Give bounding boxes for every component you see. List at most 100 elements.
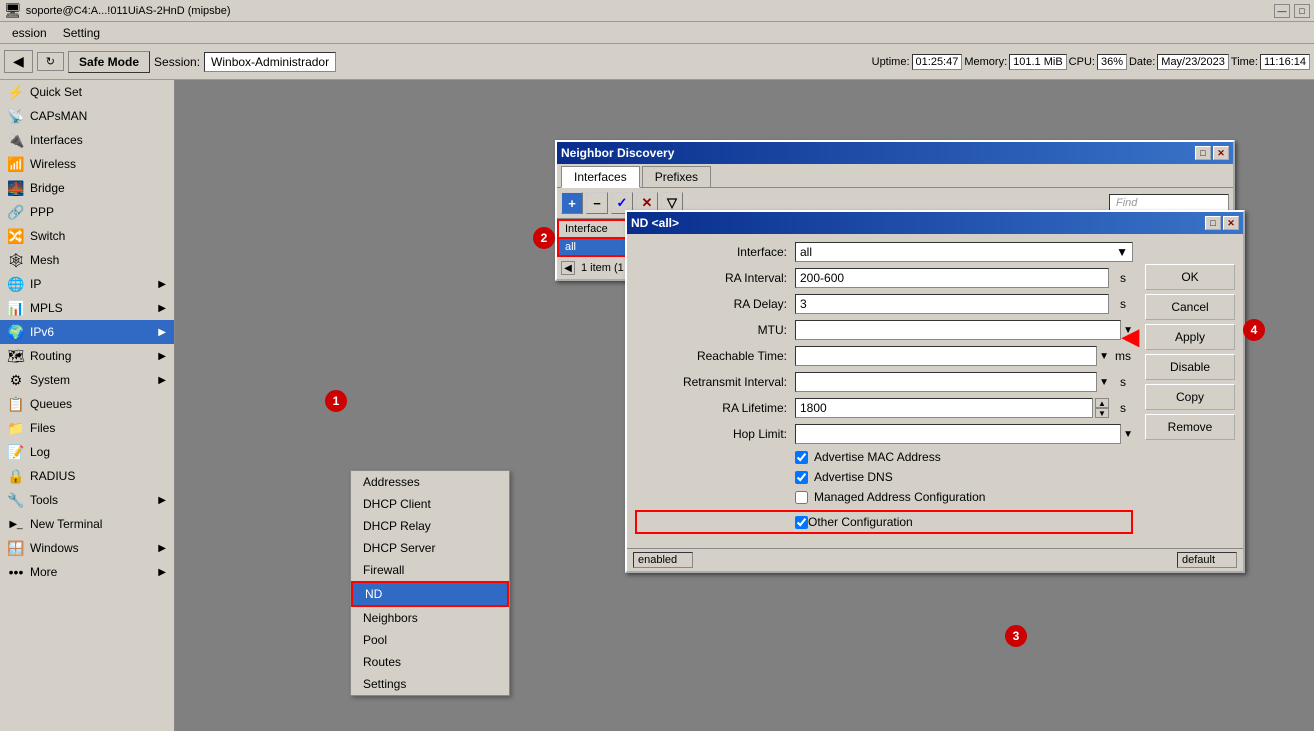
reachable-input[interactable] <box>795 346 1097 366</box>
sidebar-item-capsman[interactable]: 📡 CAPsMAN <box>0 104 174 128</box>
badge-2: 2 <box>533 227 555 249</box>
sidebar-item-ip[interactable]: 🌐 IP ▶ <box>0 272 174 296</box>
ipv6-arrow-icon: ▶ <box>158 327 166 338</box>
sidebar-item-ipv6[interactable]: 🌍 IPv6 ▶ <box>0 320 174 344</box>
sidebar-item-tools[interactable]: 🔧 Tools ▶ <box>0 488 174 512</box>
submenu-firewall[interactable]: Firewall <box>351 559 509 581</box>
sidebar-item-system[interactable]: ⚙ System ▶ <box>0 368 174 392</box>
nd-minimize-button[interactable]: □ <box>1195 146 1211 160</box>
sidebar-item-routing[interactable]: 🗺 Routing ▶ <box>0 344 174 368</box>
interface-label: Interface: <box>635 245 795 259</box>
mtu-input[interactable] <box>795 320 1121 340</box>
sidebar-item-queues[interactable]: 📋 Queues <box>0 392 174 416</box>
ok-button[interactable]: OK <box>1145 264 1235 290</box>
form-row-interface: Interface: all ▼ <box>635 242 1133 262</box>
ra-interval-label: RA Interval: <box>635 271 795 285</box>
sidebar-item-log[interactable]: 📝 Log <box>0 440 174 464</box>
tab-interfaces[interactable]: Interfaces <box>561 166 640 188</box>
sidebar-item-files[interactable]: 📁 Files <box>0 416 174 440</box>
interface-select[interactable]: all ▼ <box>795 242 1133 262</box>
sidebar-item-interfaces[interactable]: 🔌 Interfaces <box>0 128 174 152</box>
hop-limit-input[interactable] <box>795 424 1121 444</box>
safe-mode-button[interactable]: Safe Mode <box>68 51 150 73</box>
disable-button[interactable]: Disable <box>1145 354 1235 380</box>
windows-arrow-icon: ▶ <box>158 543 166 554</box>
retransmit-input[interactable] <box>795 372 1097 392</box>
managed-address-checkbox[interactable] <box>795 491 808 504</box>
remove-button[interactable]: Remove <box>1145 414 1235 440</box>
sidebar-item-new-terminal[interactable]: ▶_ New Terminal <box>0 512 174 536</box>
sidebar-item-bridge[interactable]: 🌉 Bridge <box>0 176 174 200</box>
sidebar-item-more[interactable]: ••• More ▶ <box>0 560 174 584</box>
ra-lifetime-up-button[interactable]: ▲ <box>1095 398 1109 408</box>
time-label: Time: <box>1231 56 1258 68</box>
tools-icon: 🔧 <box>8 492 24 508</box>
advertise-mac-checkbox[interactable] <box>795 451 808 464</box>
form-row-other-config: Other Configuration <box>635 510 1133 534</box>
apply-button[interactable]: Apply <box>1145 324 1235 350</box>
files-icon: 📁 <box>8 420 24 436</box>
apply-button-wrapper: Apply ◀ 4 <box>1145 324 1235 350</box>
submenu-dhcp-server[interactable]: DHCP Server <box>351 537 509 559</box>
sidebar-item-wireless[interactable]: 📶 Wireless <box>0 152 174 176</box>
nd-tabs: Interfaces Prefixes <box>557 164 1233 188</box>
minimize-button[interactable]: — <box>1274 4 1290 18</box>
menu-setting[interactable]: Setting <box>55 24 108 42</box>
nd-all-close-button[interactable]: ✕ <box>1223 216 1239 230</box>
session-value: Winbox-Administrador <box>204 52 336 72</box>
tab-prefixes[interactable]: Prefixes <box>642 166 711 187</box>
nd-remove-button[interactable]: − <box>586 192 608 214</box>
other-config-checkbox[interactable] <box>795 516 808 529</box>
sidebar-item-mesh[interactable]: 🕸 Mesh <box>0 248 174 272</box>
ra-lifetime-input[interactable] <box>795 398 1093 418</box>
menu-session[interactable]: ession <box>4 24 55 42</box>
system-icon: ⚙ <box>8 372 24 388</box>
hop-limit-label: Hop Limit: <box>635 427 795 441</box>
uptime-label: Uptime: <box>872 56 910 68</box>
advertise-dns-checkbox[interactable] <box>795 471 808 484</box>
sidebar: ⚡ Quick Set 📡 CAPsMAN 🔌 Interfaces 📶 Wir… <box>0 80 175 731</box>
sidebar-item-windows[interactable]: 🪟 Windows ▶ <box>0 536 174 560</box>
menu-bar: ession Setting <box>0 22 1314 44</box>
nd-all-minimize-button[interactable]: □ <box>1205 216 1221 230</box>
sidebar-item-ppp[interactable]: 🔗 PPP <box>0 200 174 224</box>
time-value: 11:16:14 <box>1260 54 1310 70</box>
memory-value: 101.1 MiB <box>1009 54 1067 70</box>
copy-button[interactable]: Copy <box>1145 384 1235 410</box>
form-row-ra-interval: RA Interval: s <box>635 268 1133 288</box>
submenu-neighbors[interactable]: Neighbors <box>351 607 509 629</box>
nd-scroll-left-button[interactable]: ◀ <box>561 261 575 275</box>
cancel-button[interactable]: Cancel <box>1145 294 1235 320</box>
refresh-button[interactable]: ↻ <box>37 52 64 71</box>
ra-lifetime-down-button[interactable]: ▼ <box>1095 408 1109 418</box>
nd-all-content: Interface: all ▼ RA Interval: s <box>627 234 1243 548</box>
form-row-advertise-mac: Advertise MAC Address <box>635 450 1133 464</box>
bridge-icon: 🌉 <box>8 180 24 196</box>
mtu-label: MTU: <box>635 323 795 337</box>
submenu-routes[interactable]: Routes <box>351 651 509 673</box>
maximize-button[interactable]: □ <box>1294 4 1310 18</box>
ra-interval-input[interactable] <box>795 268 1109 288</box>
form-row-ra-delay: RA Delay: s <box>635 294 1133 314</box>
sidebar-label-bridge: Bridge <box>30 181 65 195</box>
sidebar-item-quick-set[interactable]: ⚡ Quick Set <box>0 80 174 104</box>
sidebar-label-quick-set: Quick Set <box>30 85 82 99</box>
submenu-pool[interactable]: Pool <box>351 629 509 651</box>
sidebar-item-radius[interactable]: 🔒 RADIUS <box>0 464 174 488</box>
form-row-advertise-dns: Advertise DNS <box>635 470 1133 484</box>
nd-close-button[interactable]: ✕ <box>1213 146 1229 160</box>
submenu-settings[interactable]: Settings <box>351 673 509 695</box>
submenu-dhcp-client[interactable]: DHCP Client <box>351 493 509 515</box>
sidebar-label-new-terminal: New Terminal <box>30 517 102 531</box>
nd-add-button[interactable]: + <box>561 192 583 214</box>
ra-delay-input[interactable] <box>795 294 1109 314</box>
sidebar-item-mpls[interactable]: 📊 MPLS ▶ <box>0 296 174 320</box>
sidebar-item-switch[interactable]: 🔀 Switch <box>0 224 174 248</box>
ra-lifetime-unit: s <box>1113 401 1133 415</box>
session-label: Session: <box>154 55 200 69</box>
submenu-nd[interactable]: ND <box>351 581 509 607</box>
ra-interval-unit: s <box>1113 271 1133 285</box>
submenu-dhcp-relay[interactable]: DHCP Relay <box>351 515 509 537</box>
submenu-addresses[interactable]: Addresses <box>351 471 509 493</box>
back-button[interactable]: ◀ <box>4 50 33 73</box>
